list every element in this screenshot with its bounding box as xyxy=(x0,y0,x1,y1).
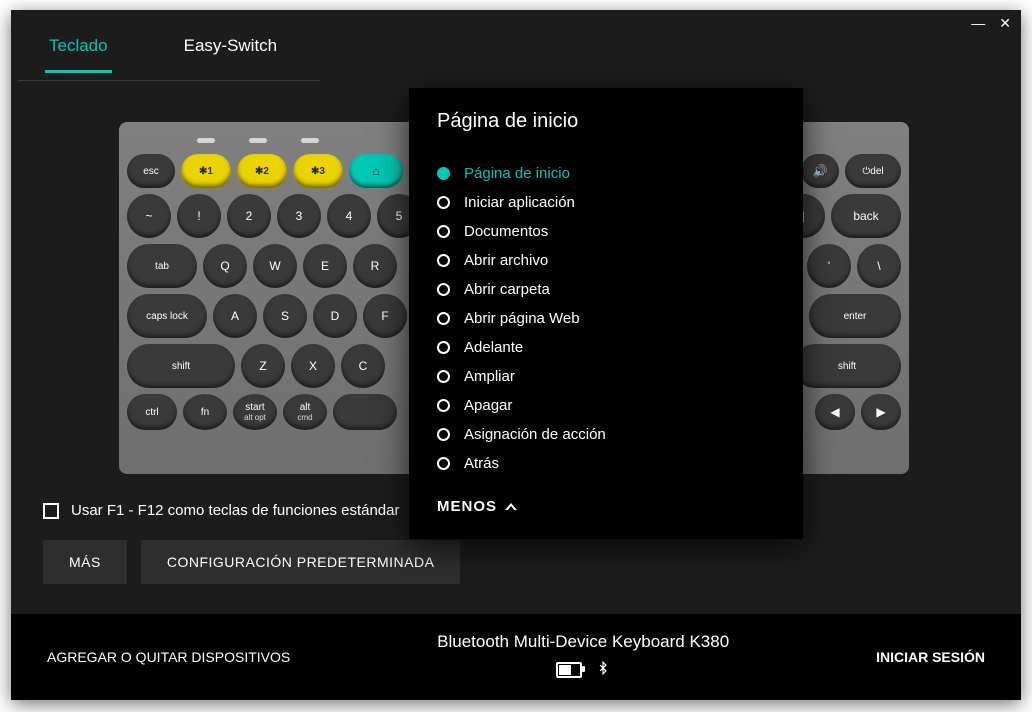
key-left[interactable]: ◀ xyxy=(815,394,855,430)
tab-underline xyxy=(18,80,320,81)
minimize-button[interactable]: — xyxy=(971,16,985,30)
key-quote[interactable]: ' xyxy=(807,244,851,288)
option-2[interactable]: Documentos xyxy=(437,217,775,246)
key-space-left[interactable] xyxy=(333,394,397,430)
chevron-up-icon xyxy=(505,503,517,510)
fn-keys-label: Usar F1 - F12 como teclas de funciones e… xyxy=(71,502,400,519)
key-z[interactable]: Z xyxy=(241,344,285,388)
key-c[interactable]: C xyxy=(341,344,385,388)
radio-icon xyxy=(437,283,450,296)
radio-icon xyxy=(437,428,450,441)
key-3[interactable]: 3 xyxy=(277,194,321,238)
option-label: Atrás xyxy=(464,455,499,472)
option-5[interactable]: Abrir página Web xyxy=(437,304,775,333)
option-label: Abrir archivo xyxy=(464,252,548,269)
option-6[interactable]: Adelante xyxy=(437,333,775,362)
action-buttons: MÁS CONFIGURACIÓN PREDETERMINADA xyxy=(43,540,460,584)
battery-icon xyxy=(556,662,582,678)
tab-teclado[interactable]: Teclado xyxy=(45,36,112,73)
key-enter[interactable]: enter xyxy=(809,294,901,338)
device-name: Bluetooth Multi-Device Keyboard K380 xyxy=(437,632,729,652)
device-info: Bluetooth Multi-Device Keyboard K380 xyxy=(437,632,729,683)
key-s[interactable]: S xyxy=(263,294,307,338)
option-label: Abrir carpeta xyxy=(464,281,550,298)
action-select-panel: Página de inicio Página de inicio Iniciar… xyxy=(409,88,803,539)
radio-icon xyxy=(437,457,450,470)
key-e[interactable]: E xyxy=(303,244,347,288)
home-icon: ⌂ xyxy=(372,164,379,178)
less-label: MENOS xyxy=(437,498,497,515)
option-label: Iniciar aplicación xyxy=(464,194,575,211)
fn-keys-checkbox[interactable] xyxy=(43,503,59,519)
radio-icon xyxy=(437,167,450,180)
key-r[interactable]: R xyxy=(353,244,397,288)
option-label: Apagar xyxy=(464,397,512,414)
option-4[interactable]: Abrir carpeta xyxy=(437,275,775,304)
tab-easy-switch[interactable]: Easy-Switch xyxy=(180,36,282,73)
option-7[interactable]: Ampliar xyxy=(437,362,775,391)
key-del[interactable]: ⏻ del xyxy=(845,154,901,188)
radio-icon xyxy=(437,399,450,412)
key-d[interactable]: D xyxy=(313,294,357,338)
option-label: Asignación de acción xyxy=(464,426,606,443)
option-0[interactable]: Página de inicio xyxy=(437,159,775,188)
key-right[interactable]: ▶ xyxy=(861,394,901,430)
option-10[interactable]: Atrás xyxy=(437,449,775,478)
key-caps[interactable]: caps lock xyxy=(127,294,207,338)
key-alt[interactable]: altcmd xyxy=(283,394,327,430)
radio-icon xyxy=(437,312,450,325)
close-button[interactable]: ✕ xyxy=(999,16,1011,30)
radio-icon xyxy=(437,196,450,209)
key-fn[interactable]: fn xyxy=(183,394,227,430)
key-backslash[interactable]: \ xyxy=(857,244,901,288)
key-q[interactable]: Q xyxy=(203,244,247,288)
option-3[interactable]: Abrir archivo xyxy=(437,246,775,275)
key-ctrl[interactable]: ctrl xyxy=(127,394,177,430)
app-window: — ✕ Teclado Easy-Switch esc ✱1 ✱2 ✱3 ⌂ 🔉… xyxy=(11,10,1021,700)
key-esc[interactable]: esc xyxy=(127,154,175,188)
option-label: Abrir página Web xyxy=(464,310,580,327)
bottom-bar: AGREGAR O QUITAR DISPOSITIVOS Bluetooth … xyxy=(11,614,1021,700)
option-label: Ampliar xyxy=(464,368,515,385)
key-shift-left[interactable]: shift xyxy=(127,344,235,388)
key-f[interactable]: F xyxy=(363,294,407,338)
option-1[interactable]: Iniciar aplicación xyxy=(437,188,775,217)
key-tab[interactable]: tab xyxy=(127,244,197,288)
bluetooth-icon xyxy=(596,658,610,683)
default-config-button[interactable]: CONFIGURACIÓN PREDETERMINADA xyxy=(141,540,461,584)
key-2[interactable]: 2 xyxy=(227,194,271,238)
option-8[interactable]: Apagar xyxy=(437,391,775,420)
radio-icon xyxy=(437,370,450,383)
key-bt3[interactable]: ✱3 xyxy=(293,154,343,188)
radio-icon xyxy=(437,341,450,354)
key-bt2[interactable]: ✱2 xyxy=(237,154,287,188)
options-list: Página de inicio Iniciar aplicación Docume… xyxy=(437,159,775,478)
option-9[interactable]: Asignación de acción xyxy=(437,420,775,449)
radio-icon xyxy=(437,254,450,267)
tab-bar: Teclado Easy-Switch xyxy=(11,10,1021,73)
less-toggle[interactable]: MENOS xyxy=(437,498,775,515)
radio-icon xyxy=(437,225,450,238)
fn-keys-checkbox-row: Usar F1 - F12 como teclas de funciones e… xyxy=(43,502,400,519)
key-1[interactable]: ! xyxy=(177,194,221,238)
option-label: Adelante xyxy=(464,339,523,356)
titlebar-controls: — ✕ xyxy=(971,16,1011,30)
key-shift-right[interactable]: shift xyxy=(793,344,901,388)
more-button[interactable]: MÁS xyxy=(43,540,127,584)
key-w[interactable]: W xyxy=(253,244,297,288)
key-start[interactable]: startalt opt xyxy=(233,394,277,430)
option-label: Documentos xyxy=(464,223,548,240)
key-a[interactable]: A xyxy=(213,294,257,338)
key-f4-home[interactable]: ⌂ xyxy=(349,154,403,188)
key-tilde[interactable]: ~ xyxy=(127,194,171,238)
panel-title: Página de inicio xyxy=(437,110,775,133)
add-remove-devices-button[interactable]: AGREGAR O QUITAR DISPOSITIVOS xyxy=(47,649,290,665)
key-x[interactable]: X xyxy=(291,344,335,388)
option-label: Página de inicio xyxy=(464,165,570,182)
key-back[interactable]: back xyxy=(831,194,901,238)
login-button[interactable]: INICIAR SESIÓN xyxy=(876,649,985,665)
key-vol-up[interactable]: 🔊 xyxy=(801,154,839,188)
key-4[interactable]: 4 xyxy=(327,194,371,238)
key-bt1[interactable]: ✱1 xyxy=(181,154,231,188)
